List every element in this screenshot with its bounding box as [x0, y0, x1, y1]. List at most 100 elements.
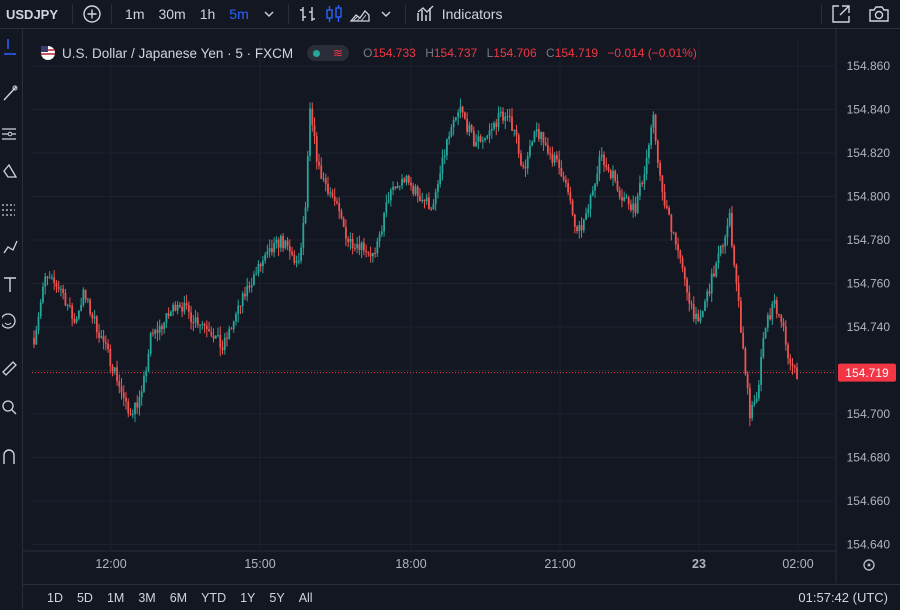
crosshair-tool-button[interactable]: [0, 37, 20, 61]
candle-body: [484, 138, 486, 141]
chart-type-dropdown-button[interactable]: [373, 1, 399, 27]
symbol-search-button[interactable]: USDJPY: [6, 0, 58, 28]
candle-body: [425, 197, 428, 202]
candle-chart-type-button[interactable]: [321, 1, 347, 27]
market-status-pill[interactable]: ≋: [307, 45, 350, 61]
trendline-tool-button[interactable]: [0, 81, 20, 105]
range-ytd[interactable]: YTD: [201, 591, 226, 605]
fib-retracement-icon: [2, 128, 16, 140]
candle-body: [567, 182, 569, 193]
candle-body: [356, 244, 359, 249]
candle-body: [625, 197, 628, 199]
candle-body: [291, 251, 293, 255]
pattern-tool-button[interactable]: [0, 197, 20, 221]
price-chart[interactable]: 154.860 154.840 154.820 154.800 154.780 154.7…: [0, 0, 900, 609]
candle-body: [755, 398, 758, 403]
price-axis[interactable]: 154.860 154.840 154.820 154.800 154.780 154.7…: [838, 59, 896, 571]
range-3m[interactable]: 3M: [138, 591, 155, 605]
candle-body: [450, 127, 453, 137]
candle-body: [634, 203, 637, 213]
candle-body: [268, 248, 271, 252]
time-axis[interactable]: 12:00 15:00 18:00 21:00 23 02:00: [95, 557, 813, 571]
symbol-title[interactable]: U.S. Dollar / Japanese Yen · 5 · FXCM: [62, 46, 293, 61]
chart-grid: [23, 29, 837, 583]
candle-body: [630, 204, 632, 211]
candle-body: [392, 186, 394, 190]
smile-icon: [2, 313, 16, 329]
bar-chart-type-button[interactable]: [295, 1, 321, 27]
price-tick-label: 154.860: [847, 59, 891, 73]
candle-body: [504, 116, 507, 121]
close-label: C: [546, 46, 555, 60]
candle-body: [152, 332, 154, 334]
candle-body: [275, 239, 278, 243]
text-tool-button[interactable]: [0, 272, 20, 296]
chart-legend: U.S. Dollar / Japanese Yen · 5 · FXCM ≋ …: [40, 43, 703, 63]
range-5d[interactable]: 5D: [77, 591, 93, 605]
timeframe-dropdown-button[interactable]: [256, 1, 282, 27]
timeframe-5m[interactable]: 5m: [229, 6, 248, 22]
candle-body: [573, 214, 576, 227]
area-chart-type-button[interactable]: [347, 1, 373, 27]
range-1m[interactable]: 1M: [107, 591, 124, 605]
candle-body: [641, 183, 644, 185]
measure-tool-button[interactable]: [0, 355, 20, 379]
pen-tool-button[interactable]: [0, 234, 20, 258]
timeframe-1m[interactable]: 1m: [125, 6, 144, 22]
indicators-button[interactable]: Indicators: [416, 0, 502, 28]
candle-body: [448, 136, 451, 140]
change-value: −0.014 (−0.01%): [607, 46, 697, 60]
candle-body: [309, 108, 311, 156]
range-1y[interactable]: 1Y: [240, 591, 255, 605]
indicators-icon: [417, 5, 434, 21]
timeframe-30m[interactable]: 30m: [158, 6, 185, 22]
candle-body: [295, 261, 298, 263]
candle-body: [733, 246, 736, 265]
candle-body: [564, 179, 567, 183]
candle-body: [288, 246, 291, 252]
price-tick-label: 154.840: [847, 103, 891, 117]
candle-body: [340, 211, 343, 219]
candle-body: [75, 318, 78, 323]
candle-body: [365, 250, 368, 252]
candle-body: [571, 200, 574, 215]
candle-body: [71, 305, 74, 319]
magnet-icon: [3, 449, 15, 464]
low-value: 154.706: [493, 46, 537, 60]
candle-body: [262, 260, 264, 267]
candle-body: [419, 196, 421, 202]
compare-add-button[interactable]: [79, 1, 105, 27]
candle-body: [250, 285, 253, 288]
candle-body: [652, 114, 655, 128]
screenshot-button[interactable]: [866, 1, 892, 27]
candle-body: [787, 344, 789, 359]
range-5y[interactable]: 5Y: [269, 591, 284, 605]
candle-body: [428, 197, 430, 209]
magnet-tool-button[interactable]: [0, 444, 20, 468]
candle-body: [603, 154, 605, 165]
candle-body: [614, 170, 617, 181]
candle-body: [111, 366, 114, 372]
candle-body: [598, 156, 601, 174]
range-6m[interactable]: 6M: [170, 591, 187, 605]
fullscreen-button[interactable]: [828, 1, 854, 27]
candle-body: [748, 387, 751, 419]
candle-body: [178, 304, 181, 307]
candle-body: [560, 167, 563, 177]
fib-tool-button[interactable]: [0, 122, 20, 146]
candle-body: [118, 381, 121, 387]
range-all[interactable]: All: [299, 591, 313, 605]
candle-body: [389, 189, 392, 201]
candle-body: [479, 136, 482, 142]
candle-body: [297, 260, 300, 262]
candle-body: [104, 342, 107, 344]
emoji-tool-button[interactable]: [0, 309, 20, 333]
range-1d[interactable]: 1D: [47, 591, 63, 605]
brush-tool-button[interactable]: [0, 159, 20, 183]
candle-body: [780, 315, 783, 323]
candle-body: [69, 305, 71, 307]
zoom-tool-button[interactable]: [0, 395, 20, 419]
candle-body: [562, 176, 565, 180]
timeframe-1h[interactable]: 1h: [200, 6, 216, 22]
utc-clock[interactable]: 01:57:42 (UTC): [798, 590, 888, 605]
